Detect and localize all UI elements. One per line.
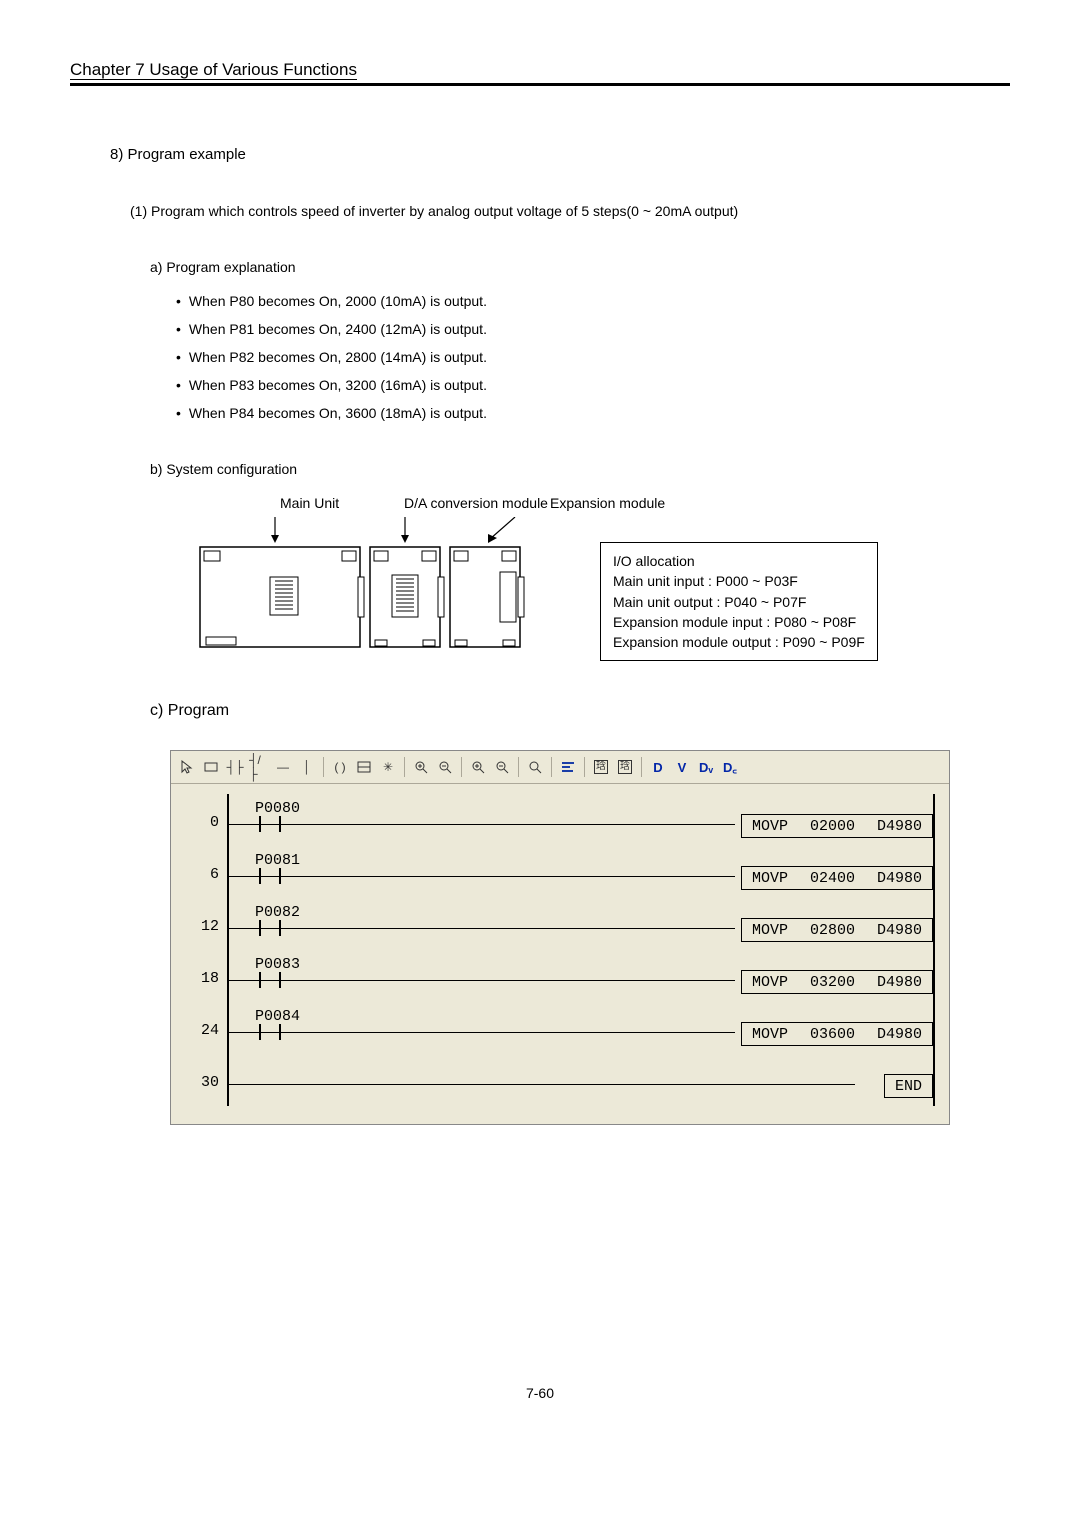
- instr-dst: D4980: [877, 922, 922, 939]
- box-tool-icon[interactable]: [201, 757, 221, 777]
- io-allocation-box: I/O allocation Main unit input : P000 ~ …: [600, 542, 878, 661]
- instr-val: 02800: [810, 922, 855, 939]
- contact-label: P0082: [255, 904, 300, 921]
- zoom-in-icon[interactable]: [411, 757, 431, 777]
- chapter-title: Chapter 7 Usage of Various Functions: [70, 60, 1010, 86]
- subsection-1: (1) Program which controls speed of inve…: [130, 203, 1010, 219]
- zoom-out2-icon[interactable]: [492, 757, 512, 777]
- label-expansion-module: Expansion module: [550, 495, 665, 511]
- no-contact-icon: [259, 920, 281, 936]
- ladder-rung-end: 30 END: [185, 1054, 935, 1106]
- contact-label: P0080: [255, 800, 300, 817]
- zoom-out-icon[interactable]: [435, 757, 455, 777]
- toolbar: ┤├ ┤/├ — │ ( ) ✳ 琀 琀 D V Dᵥ D꜀: [171, 751, 949, 784]
- list-item: When P80 becomes On, 2000 (10mA) is outp…: [176, 293, 1010, 309]
- rung-number: 30: [185, 1074, 219, 1091]
- zoom-fit-icon[interactable]: [525, 757, 545, 777]
- rung-number: 0: [185, 814, 219, 831]
- subheading-a: a) Program explanation: [150, 259, 1010, 275]
- grid2-icon[interactable]: 琀: [615, 757, 635, 777]
- rung-number: 12: [185, 918, 219, 935]
- no-contact-icon: [259, 972, 281, 988]
- hline-tool-icon[interactable]: —: [273, 757, 293, 777]
- list-item: When P84 becomes On, 3600 (18mA) is outp…: [176, 405, 1010, 421]
- module-labels: Main Unit D/A conversion module Expansio…: [210, 495, 1010, 517]
- instruction-box: END: [884, 1074, 933, 1098]
- page-number: 7-60: [70, 1385, 1010, 1401]
- nc-contact-icon[interactable]: ┤/├: [249, 757, 269, 777]
- rung-number: 6: [185, 866, 219, 883]
- instr-op: MOVP: [752, 1026, 788, 1043]
- io-line: I/O allocation: [613, 551, 865, 571]
- instr-dst: D4980: [877, 818, 922, 835]
- coil-open-icon[interactable]: ( ): [330, 757, 350, 777]
- instr-dst: D4980: [877, 974, 922, 991]
- vline-tool-icon[interactable]: │: [297, 757, 317, 777]
- dc-mode-button[interactable]: D꜀: [720, 757, 740, 777]
- instruction-box: MOVP 02000 D4980: [741, 814, 933, 838]
- instruction-box: MOVP 03600 D4980: [741, 1022, 933, 1046]
- instr-val: 03600: [810, 1026, 855, 1043]
- func-box-icon[interactable]: [354, 757, 374, 777]
- io-line: Expansion module input : P080 ~ P08F: [613, 612, 865, 632]
- instr-op: MOVP: [752, 974, 788, 991]
- no-contact-icon: [259, 868, 281, 884]
- instr-val: 03200: [810, 974, 855, 991]
- ladder-rung: 6 P0081 MOVP 02400 D4980: [185, 846, 935, 898]
- instr-op: MOVP: [752, 870, 788, 887]
- ladder-rung: 12 P0082 MOVP 02800 D4980: [185, 898, 935, 950]
- pointer-tool-icon[interactable]: [177, 757, 197, 777]
- label-main-unit: Main Unit: [280, 495, 339, 511]
- instr-dst: D4980: [877, 870, 922, 887]
- grid1-icon[interactable]: 琀: [591, 757, 611, 777]
- v-mode-button[interactable]: V: [672, 757, 692, 777]
- dv-mode-button[interactable]: Dᵥ: [696, 757, 716, 777]
- ladder-rung: 0 P0080 MOVP 02000 D4980: [185, 794, 935, 846]
- rung-number: 18: [185, 970, 219, 987]
- instr-val: 02000: [810, 818, 855, 835]
- ladder-body: 0 P0080 MOVP 02000 D4980 6 P0081: [171, 784, 949, 1124]
- not-tool-icon[interactable]: ✳: [378, 757, 398, 777]
- ladder-editor: ┤├ ┤/├ — │ ( ) ✳ 琀 琀 D V Dᵥ D꜀: [170, 750, 950, 1125]
- subheading-b: b) System configuration: [150, 461, 1010, 477]
- align-icon[interactable]: [558, 757, 578, 777]
- rung-number: 24: [185, 1022, 219, 1039]
- system-diagram: [170, 517, 570, 672]
- list-item: When P81 becomes On, 2400 (12mA) is outp…: [176, 321, 1010, 337]
- subheading-c: c) Program: [150, 702, 1010, 720]
- ladder-rung: 24 P0084 MOVP 03600 D4980: [185, 1002, 935, 1054]
- list-item: When P82 becomes On, 2800 (14mA) is outp…: [176, 349, 1010, 365]
- explanation-list: When P80 becomes On, 2000 (10mA) is outp…: [176, 293, 1010, 421]
- no-contact-icon[interactable]: ┤├: [225, 757, 245, 777]
- instr-val: 02400: [810, 870, 855, 887]
- instr-op: END: [895, 1078, 922, 1095]
- no-contact-icon: [259, 1024, 281, 1040]
- io-line: Expansion module output : P090 ~ P09F: [613, 632, 865, 652]
- contact-label: P0084: [255, 1008, 300, 1025]
- io-line: Main unit input : P000 ~ P03F: [613, 571, 865, 591]
- list-item: When P83 becomes On, 3200 (16mA) is outp…: [176, 377, 1010, 393]
- instr-dst: D4980: [877, 1026, 922, 1043]
- io-line: Main unit output : P040 ~ P07F: [613, 592, 865, 612]
- contact-label: P0083: [255, 956, 300, 973]
- zoom-in2-icon[interactable]: [468, 757, 488, 777]
- instruction-box: MOVP 03200 D4980: [741, 970, 933, 994]
- section-heading: 8) Program example: [110, 146, 1010, 163]
- contact-label: P0081: [255, 852, 300, 869]
- ladder-rung: 18 P0083 MOVP 03200 D4980: [185, 950, 935, 1002]
- instruction-box: MOVP 02400 D4980: [741, 866, 933, 890]
- instr-op: MOVP: [752, 922, 788, 939]
- instruction-box: MOVP 02800 D4980: [741, 918, 933, 942]
- label-da-module: D/A conversion module: [404, 495, 548, 511]
- d-mode-button[interactable]: D: [648, 757, 668, 777]
- instr-op: MOVP: [752, 818, 788, 835]
- no-contact-icon: [259, 816, 281, 832]
